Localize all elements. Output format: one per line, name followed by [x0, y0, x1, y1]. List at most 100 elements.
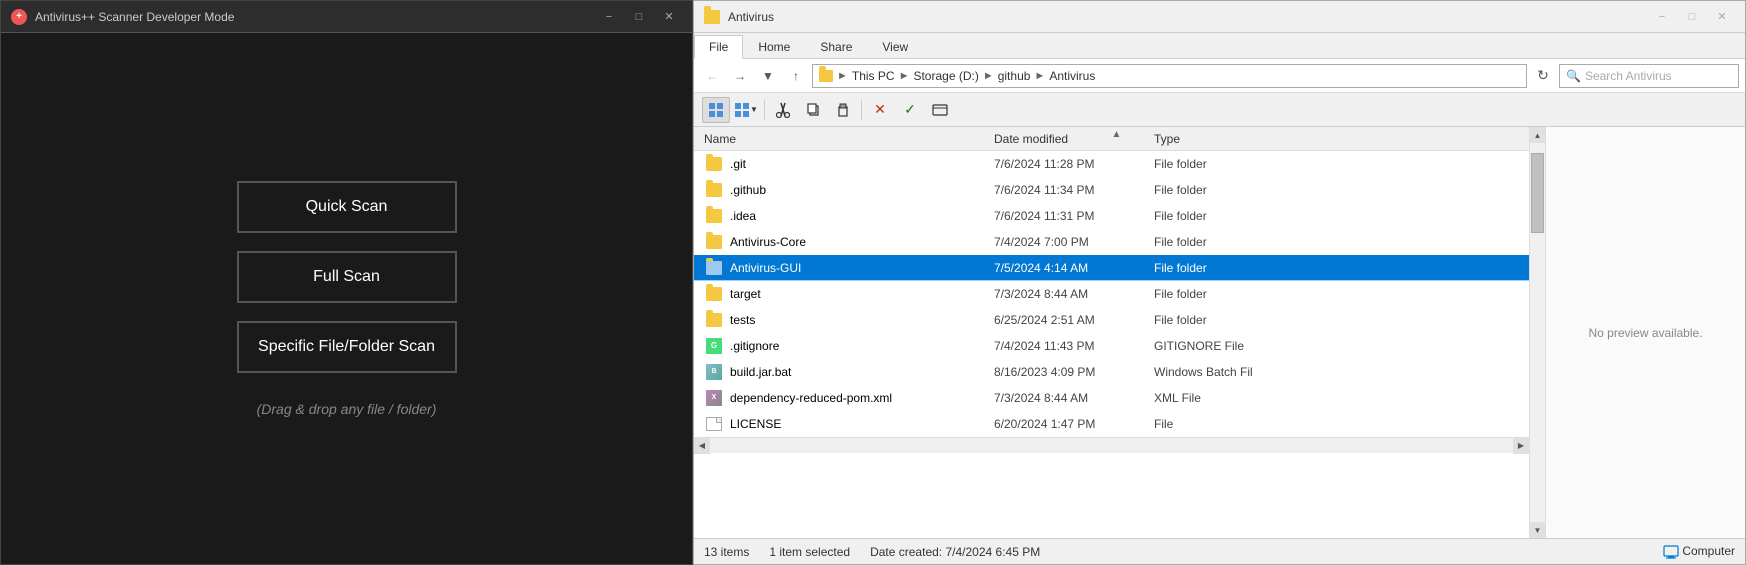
maximize-button[interactable]: □: [626, 8, 652, 26]
table-row[interactable]: LICENSE6/20/2024 1:47 PMFile: [694, 411, 1529, 437]
date-created-info: Date created: 7/4/2024 6:45 PM: [870, 545, 1040, 559]
right-window-controls: − □ ✕: [1649, 8, 1735, 26]
scroll-up-button[interactable]: ▲: [1530, 127, 1546, 143]
refresh-button[interactable]: ↻: [1531, 64, 1555, 88]
table-row[interactable]: .idea7/6/2024 11:31 PMFile folder: [694, 203, 1529, 229]
table-row[interactable]: .git7/6/2024 11:28 PMFile folder: [694, 151, 1529, 177]
status-right: Computer: [1663, 544, 1735, 559]
table-row[interactable]: Xdependency-reduced-pom.xml7/3/2024 8:44…: [694, 385, 1529, 411]
file-icon: X: [704, 390, 724, 406]
file-icon: [704, 261, 724, 275]
app-icon: +: [11, 9, 27, 25]
tab-file[interactable]: File: [694, 35, 743, 59]
delete-button[interactable]: ✕: [866, 97, 894, 123]
hscroll-left-button[interactable]: ◀: [694, 438, 710, 454]
table-row[interactable]: .github7/6/2024 11:34 PMFile folder: [694, 177, 1529, 203]
right-minimize-button[interactable]: −: [1649, 8, 1675, 26]
right-maximize-button[interactable]: □: [1679, 8, 1705, 26]
copy-button[interactable]: [799, 97, 827, 123]
file-icon: [704, 235, 724, 249]
no-preview-label: No preview available.: [1588, 326, 1702, 340]
close-button[interactable]: ✕: [656, 8, 682, 26]
tab-home[interactable]: Home: [743, 35, 805, 58]
view-options-button[interactable]: ▼: [732, 97, 760, 123]
hscroll-track[interactable]: [710, 438, 1513, 453]
paste-button[interactable]: [829, 97, 857, 123]
search-bar[interactable]: 🔍 Search Antivirus: [1559, 64, 1739, 88]
col-header-name[interactable]: Name: [704, 132, 994, 146]
right-panel: Antivirus − □ ✕ File Home Share View ← →…: [693, 0, 1746, 565]
file-icon: [704, 183, 724, 197]
file-name: target: [730, 287, 994, 301]
file-name: Antivirus-Core: [730, 235, 994, 249]
file-type: File folder: [1154, 261, 1519, 275]
file-rows-container: .git7/6/2024 11:28 PMFile folder.github7…: [694, 151, 1529, 437]
file-list: ▲ Name Date modified Type .git7/6/2024 1…: [694, 127, 1529, 538]
file-type: File folder: [1154, 183, 1519, 197]
tab-share[interactable]: Share: [805, 35, 867, 58]
file-type: File: [1154, 417, 1519, 431]
app-title: Antivirus++ Scanner Developer Mode: [35, 10, 234, 24]
file-name: build.jar.bat: [730, 365, 994, 379]
col-header-date[interactable]: Date modified: [994, 132, 1154, 146]
breadcrumb-storage[interactable]: Storage (D:): [913, 69, 978, 83]
file-date: 8/16/2023 4:09 PM: [994, 365, 1154, 379]
breadcrumb-this-pc[interactable]: This PC: [852, 69, 895, 83]
file-date: 7/4/2024 11:43 PM: [994, 339, 1154, 353]
quick-scan-button[interactable]: Quick Scan: [237, 181, 457, 233]
date-created-value: 7/4/2024 6:45 PM: [945, 545, 1040, 559]
file-icon: B: [704, 364, 724, 380]
file-type: Windows Batch Fil: [1154, 365, 1519, 379]
file-name: .gitignore: [730, 339, 994, 353]
properties-button[interactable]: [926, 97, 954, 123]
file-type: GITIGNORE File: [1154, 339, 1519, 353]
right-titlebar-left: Antivirus: [704, 10, 774, 24]
table-row[interactable]: target7/3/2024 8:44 AMFile folder: [694, 281, 1529, 307]
table-row[interactable]: Bbuild.jar.bat8/16/2023 4:09 PMWindows B…: [694, 359, 1529, 385]
column-headers: ▲ Name Date modified Type: [694, 127, 1529, 151]
vertical-scrollbar: ▲ ▼: [1529, 127, 1545, 538]
full-scan-button[interactable]: Full Scan: [237, 251, 457, 303]
scroll-thumb[interactable]: [1531, 153, 1544, 233]
rename-button[interactable]: ✓: [896, 97, 924, 123]
toolbar-separator-1: [764, 100, 765, 120]
minimize-button[interactable]: −: [596, 8, 622, 26]
file-name: LICENSE: [730, 417, 994, 431]
table-row[interactable]: Antivirus-GUI7/5/2024 4:14 AMFile folder: [694, 255, 1529, 281]
items-count: 13 items: [704, 545, 749, 559]
left-titlebar: + Antivirus++ Scanner Developer Mode − □…: [1, 1, 692, 33]
file-date: 7/4/2024 7:00 PM: [994, 235, 1154, 249]
up-button[interactable]: ↑: [784, 64, 808, 88]
col-header-type[interactable]: Type: [1154, 132, 1519, 146]
address-path[interactable]: ► This PC ► Storage (D:) ► github ► Anti…: [812, 64, 1527, 88]
back-button[interactable]: ←: [700, 64, 724, 88]
address-bar: ← → ▼ ↑ ► This PC ► Storage (D:) ► githu…: [694, 59, 1745, 93]
file-name: .git: [730, 157, 994, 171]
file-type: File folder: [1154, 157, 1519, 171]
hscroll-right-button[interactable]: ▶: [1513, 438, 1529, 454]
right-titlebar: Antivirus − □ ✕: [694, 1, 1745, 33]
forward-button[interactable]: →: [728, 64, 752, 88]
file-date: 7/5/2024 4:14 AM: [994, 261, 1154, 275]
file-list-area: ▲ Name Date modified Type .git7/6/2024 1…: [694, 127, 1745, 538]
folder-title-icon: [704, 10, 720, 24]
explorer-title: Antivirus: [728, 10, 774, 24]
tab-view[interactable]: View: [867, 35, 923, 58]
right-close-button[interactable]: ✕: [1709, 8, 1735, 26]
cut-button[interactable]: [769, 97, 797, 123]
recent-locations-button[interactable]: ▼: [756, 64, 780, 88]
toolbar-buttons: ▼: [702, 97, 954, 123]
table-row[interactable]: Antivirus-Core7/4/2024 7:00 PMFile folde…: [694, 229, 1529, 255]
file-icon: G: [704, 338, 724, 354]
file-name: .github: [730, 183, 994, 197]
large-icons-button[interactable]: [702, 97, 730, 123]
table-row[interactable]: G .gitignore7/4/2024 11:43 PMGITIGNORE Fi…: [694, 333, 1529, 359]
explorer-icon: [704, 10, 720, 24]
table-row[interactable]: tests6/25/2024 2:51 AMFile folder: [694, 307, 1529, 333]
file-date: 7/3/2024 8:44 AM: [994, 287, 1154, 301]
address-folder-icon: [819, 70, 833, 82]
scroll-down-button[interactable]: ▼: [1530, 522, 1546, 538]
computer-text: Computer: [1682, 544, 1735, 558]
specific-scan-button[interactable]: Specific File/Folder Scan: [237, 321, 457, 373]
breadcrumb-github[interactable]: github: [998, 69, 1031, 83]
